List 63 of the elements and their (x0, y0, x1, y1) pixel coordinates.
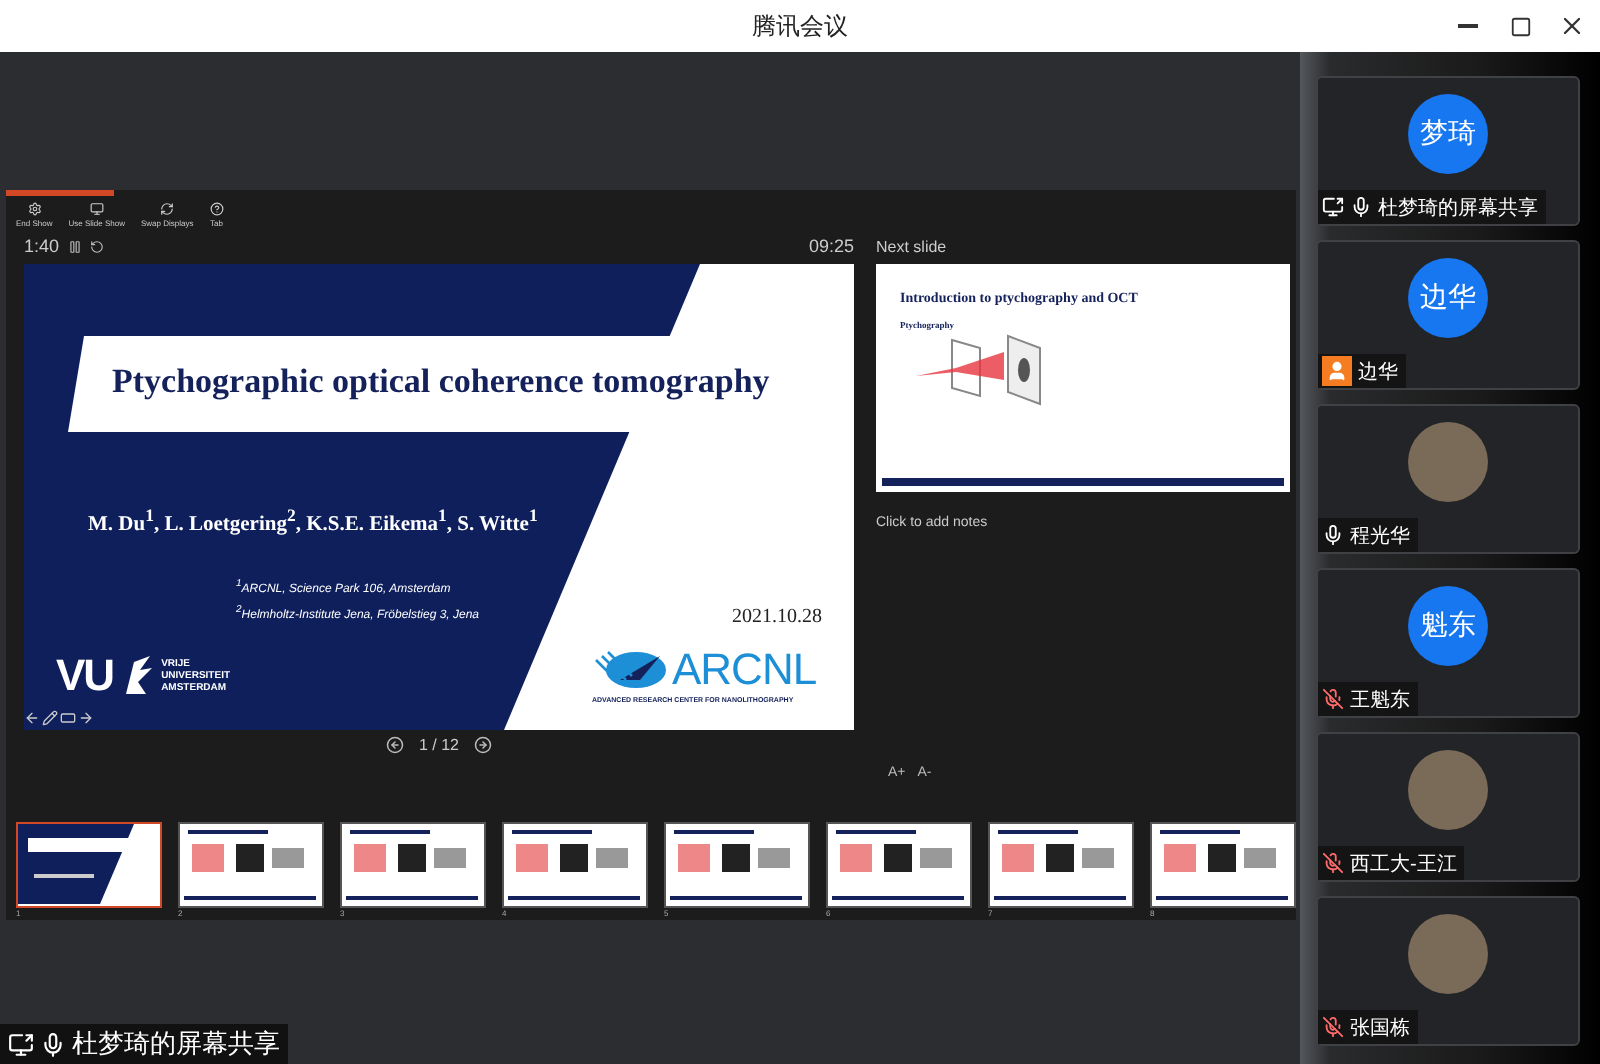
slide-thumbnail[interactable] (502, 822, 648, 908)
slide-thumbnail[interactable] (1150, 822, 1296, 908)
slide-thumbnail[interactable] (178, 822, 324, 908)
content-slide-thumbnail-drawing (666, 824, 806, 904)
photo-placeholder (1408, 914, 1488, 994)
swap-icon (160, 202, 175, 216)
reset-icon[interactable] (89, 239, 104, 253)
slide-thumbnail[interactable] (988, 822, 1134, 908)
gear-icon (27, 202, 42, 216)
content-slide-thumbnail-drawing (342, 824, 482, 904)
participant-tile[interactable]: 程光华 (1316, 404, 1580, 554)
participant-name: 王魁东 (1350, 687, 1410, 713)
participant-name: 西工大-王江 (1350, 851, 1457, 877)
griffin-logo-icon (121, 654, 154, 698)
slide-authors: M. Du$^{1}$, L. Loetgering$^{2}$, K.S.E. Eikema$^{1}$, S. Witte$^{1}$ (88, 514, 538, 536)
participant-name: 边华 (1358, 359, 1398, 385)
logo-wordmark: ARCNL (672, 644, 817, 696)
content-slide-thumbnail-drawing (1152, 824, 1292, 904)
slide-counter: 1 / 12 (418, 736, 459, 754)
maximize-icon (1509, 15, 1531, 37)
participant-tile[interactable]: 边华 边华 (1316, 240, 1580, 390)
content-slide-thumbnail-drawing (828, 824, 968, 904)
slide-thumbnail[interactable] (16, 822, 162, 908)
content-slide-thumbnail-drawing (504, 824, 644, 904)
next-icon (473, 736, 491, 754)
participant-name: 张国栋 (1350, 1015, 1410, 1041)
slide-menu-icon[interactable] (60, 710, 76, 726)
minimize-icon (1458, 24, 1478, 28)
screen-icon (89, 202, 104, 216)
pause-icon[interactable] (67, 239, 82, 253)
pen-icon[interactable] (42, 710, 58, 726)
elapsed-time: 1:40 (24, 236, 60, 256)
previous-icon (386, 736, 405, 754)
clock-time: 09:25 (808, 236, 854, 256)
participant-name: 程光华 (1350, 523, 1410, 549)
arcnl-logo-icon (592, 648, 668, 692)
photo-placeholder (1408, 750, 1488, 830)
content-slide-thumbnail-drawing (990, 824, 1130, 904)
participant-tile[interactable]: 魁东 王魁东 (1316, 568, 1580, 718)
info-icon (209, 202, 224, 216)
avatar: 魁东 (1408, 586, 1488, 666)
slide-date: 2021.10.28 (732, 606, 822, 628)
photo-placeholder (1408, 422, 1488, 502)
slide-thumbnail[interactable] (826, 822, 972, 908)
avatar: 梦琦 (1408, 94, 1488, 174)
next-arrow-icon[interactable] (78, 710, 94, 726)
previous-arrow-icon[interactable] (24, 710, 40, 726)
participant-name: 杜梦琦的屏幕共享 (1378, 195, 1538, 221)
participant-tile[interactable]: 西工大-王江 (1316, 732, 1580, 882)
next-slide-button[interactable] (473, 736, 491, 754)
window-title: 腾讯会议 (752, 9, 848, 43)
next-slide-heading: Next slide (876, 237, 947, 255)
participant-tile[interactable]: 梦琦 杜梦琦的屏幕共享 (1316, 76, 1580, 226)
slide-title: Ptychographic optical coherence tomography (112, 362, 770, 400)
content-slide-thumbnail-drawing (180, 824, 320, 904)
slide-thumbnail[interactable] (664, 822, 810, 908)
logo-wordmark: VU (56, 650, 114, 702)
participant-tile[interactable]: 张国栋 (1316, 896, 1580, 1046)
previous-slide-button[interactable] (386, 736, 405, 754)
slide-thumbnail[interactable] (340, 822, 486, 908)
sharer-name: 杜梦琦的屏幕共享 (72, 1026, 280, 1062)
close-icon (1558, 12, 1586, 40)
avatar: 边华 (1408, 258, 1488, 338)
